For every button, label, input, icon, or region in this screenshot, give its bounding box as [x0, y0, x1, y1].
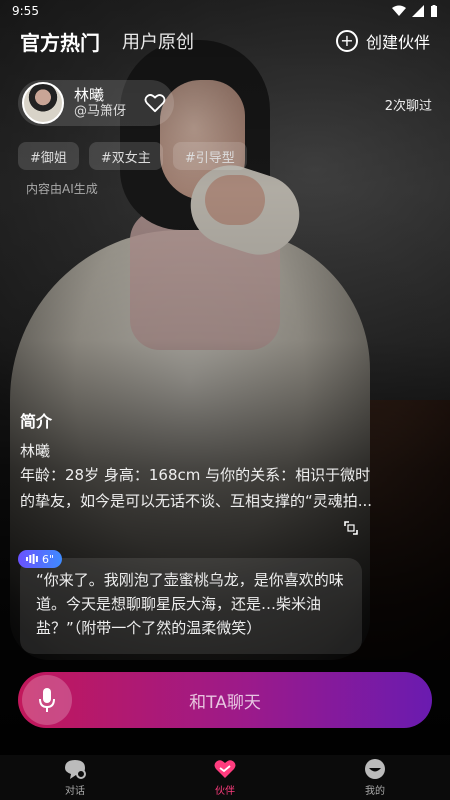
ai-generated-note: 内容由AI生成 [26, 182, 98, 196]
create-partner-button[interactable]: + 创建伙伴 [335, 29, 430, 53]
heart-icon[interactable] [144, 93, 166, 113]
profile-card[interactable]: 林曦 @马箫伢 [18, 80, 174, 126]
mic-button[interactable] [22, 675, 72, 725]
nav-item-partners[interactable]: 伙伴 [185, 758, 265, 797]
tag-item[interactable]: #御姐 [18, 142, 79, 170]
chat-bubble-icon [65, 760, 86, 779]
voice-wave-icon [26, 554, 38, 564]
status-bar: 9:55 [0, 0, 450, 22]
create-partner-label: 创建伙伴 [365, 33, 430, 52]
heart-handshake-icon [214, 760, 236, 778]
battery-icon [431, 4, 437, 17]
chat-with-ta-button[interactable]: 和TA聊天 [18, 672, 432, 728]
voice-play-button[interactable]: 6" [18, 550, 63, 568]
chat-button-label: 和TA聊天 [189, 692, 261, 713]
nav-label-partners: 伙伴 [215, 786, 235, 797]
tag-item[interactable]: #引导型 [172, 142, 247, 170]
tab-user-original[interactable]: 用户原创 [122, 28, 194, 54]
character-name: 林曦 [74, 86, 105, 105]
tab-official-hot[interactable]: 官方热门 [20, 27, 100, 56]
tag-list: #御姐 #双女主 #引导型 [18, 142, 247, 170]
greeting-quote: “你来了。我刚泡了壶蜜桃乌龙，是你喜欢的味道。今天是想聊聊星辰大海，还是…柴米油… [20, 558, 362, 654]
intro-title: 简介 [20, 412, 53, 431]
intro-description[interactable]: 年龄：28岁 身高：168cm 与你的关系：相识于微时的挚友，如今是可以无话不谈… [20, 462, 380, 514]
signal-icon [412, 5, 424, 17]
top-nav: 官方热门 用户原创 + 创建伙伴 [0, 26, 450, 56]
avatar[interactable] [22, 82, 64, 124]
intro-name: 林曦 [20, 442, 51, 460]
bottom-nav: 对话 伙伴 我的 [0, 755, 450, 800]
nav-label-me: 我的 [365, 786, 385, 797]
nav-label-chats: 对话 [65, 786, 85, 797]
smile-face-icon [365, 759, 385, 779]
microphone-icon [39, 688, 55, 712]
expand-icon[interactable] [344, 521, 358, 535]
plus-icon: + [335, 30, 358, 52]
wifi-icon [392, 5, 406, 16]
status-time: 9:55 [12, 4, 39, 18]
nav-item-me[interactable]: 我的 [335, 758, 415, 797]
tag-item[interactable]: #双女主 [88, 142, 163, 170]
voice-duration: 6" [42, 552, 55, 566]
creator-handle: @马箫伢 [74, 104, 127, 120]
chat-count: 2次聊过 [384, 99, 432, 114]
nav-item-chats[interactable]: 对话 [35, 758, 115, 797]
